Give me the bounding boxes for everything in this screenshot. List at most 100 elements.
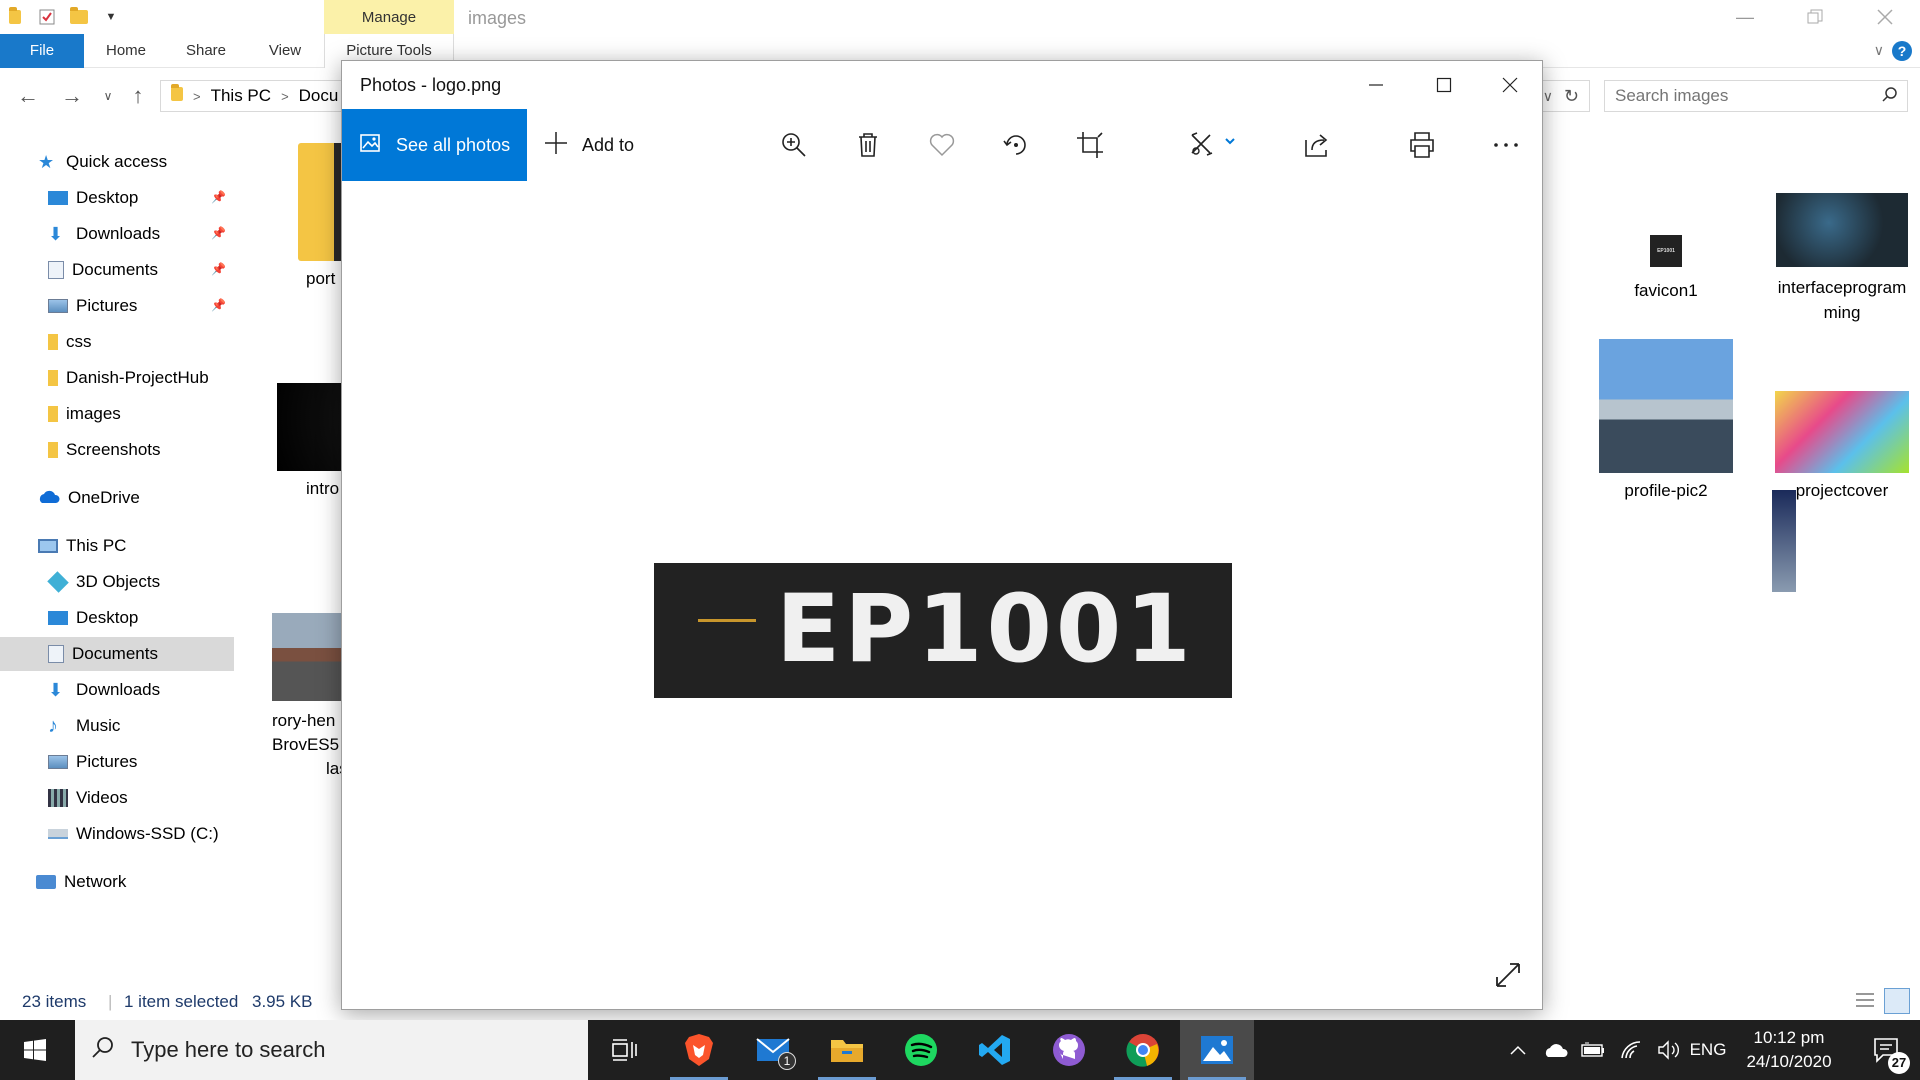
zoom-in-icon[interactable] — [776, 127, 812, 163]
nav-onedrive[interactable]: OneDrive — [0, 481, 234, 515]
pictures-icon — [48, 755, 68, 769]
start-button[interactable] — [0, 1020, 70, 1080]
tab-share[interactable]: Share — [178, 34, 234, 68]
nav-desktop-pinned[interactable]: Desktop 📌 — [0, 181, 234, 215]
nav-danish-projecthub[interactable]: Danish-ProjectHub — [0, 361, 234, 395]
nav-label: OneDrive — [68, 488, 140, 507]
file-item-profile-pic2[interactable]: profile-pic2 — [1588, 339, 1744, 501]
edit-and-create-icon[interactable] — [1186, 127, 1246, 163]
more-options-icon[interactable] — [1488, 127, 1524, 163]
nav-screenshots[interactable]: Screenshots — [0, 433, 234, 467]
battery-icon[interactable] — [1574, 1020, 1612, 1080]
taskbar-vscode[interactable] — [958, 1020, 1032, 1080]
add-to-button[interactable]: Add to — [544, 109, 634, 181]
taskbar-spotify[interactable] — [884, 1020, 958, 1080]
nav-network[interactable]: Network — [0, 865, 234, 899]
nav-pictures[interactable]: Pictures — [0, 745, 234, 779]
nav-label: Screenshots — [66, 440, 161, 459]
heart-icon[interactable] — [924, 127, 960, 163]
nav-label: css — [66, 332, 92, 351]
taskbar-photos[interactable] — [1180, 1020, 1254, 1080]
rotate-icon[interactable] — [998, 127, 1034, 163]
large-icons-view-icon[interactable] — [1884, 988, 1910, 1014]
taskbar-file-explorer[interactable] — [810, 1020, 884, 1080]
tab-view[interactable]: View — [260, 34, 310, 68]
customize-toolbar-icon[interactable]: ▼ — [100, 6, 122, 28]
documents-icon — [48, 261, 64, 279]
nav-pictures-pinned[interactable]: Pictures 📌 — [0, 289, 234, 323]
taskbar-brave[interactable] — [662, 1020, 736, 1080]
input-language[interactable]: ENG — [1688, 1020, 1728, 1080]
search-box[interactable] — [1604, 80, 1908, 112]
up-arrow-icon[interactable]: ↑ — [124, 82, 152, 110]
photos-maximize-button[interactable] — [1410, 61, 1478, 109]
delete-icon[interactable] — [850, 127, 886, 163]
nav-label: images — [66, 404, 121, 423]
navigation-pane: ★ Quick access Desktop 📌 ⬇ Downloads 📌 D… — [0, 145, 236, 975]
action-center-button[interactable]: 27 — [1854, 1020, 1920, 1080]
nav-css[interactable]: css — [0, 325, 234, 359]
recent-locations-icon[interactable]: ∨ — [94, 82, 122, 110]
help-icon[interactable]: ? — [1892, 41, 1912, 61]
see-all-photos-button[interactable]: See all photos — [342, 109, 527, 181]
nav-windows-ssd[interactable]: Windows-SSD (C:) — [0, 817, 234, 851]
crop-icon[interactable] — [1072, 127, 1108, 163]
file-item-projectcover[interactable]: projectcover — [1752, 391, 1920, 501]
nav-label: Documents — [72, 644, 158, 663]
file-item-favicon1[interactable]: EP1001 favicon1 — [1596, 235, 1736, 301]
tab-home[interactable]: Home — [96, 34, 156, 68]
wifi-icon[interactable] — [1612, 1020, 1650, 1080]
nav-documents-pinned[interactable]: Documents 📌 — [0, 253, 234, 287]
photos-title-bar: Photos - logo.png — [342, 61, 1542, 109]
onedrive-cloud-icon[interactable] — [1536, 1020, 1574, 1080]
taskbar-chrome[interactable] — [1106, 1020, 1180, 1080]
address-dropdown-icon[interactable]: ∨ — [1543, 88, 1553, 105]
refresh-icon[interactable]: ↻ — [1564, 86, 1579, 107]
print-icon[interactable] — [1404, 127, 1440, 163]
new-folder-icon[interactable] — [68, 6, 90, 28]
nav-images[interactable]: images — [0, 397, 234, 431]
restore-button[interactable] — [1780, 0, 1850, 34]
nav-this-pc[interactable]: This PC — [0, 529, 234, 563]
image-thumbnail — [1775, 391, 1909, 473]
share-icon[interactable] — [1300, 127, 1336, 163]
photos-close-button[interactable] — [1476, 61, 1544, 109]
nav-downloads-pinned[interactable]: ⬇ Downloads 📌 — [0, 217, 234, 251]
system-clock[interactable]: 10:12 pm 24/10/2020 — [1724, 1026, 1854, 1074]
tab-file[interactable]: File — [0, 34, 84, 68]
nav-downloads[interactable]: ⬇ Downloads — [0, 673, 234, 707]
volume-icon[interactable] — [1650, 1020, 1688, 1080]
search-input[interactable] — [1605, 81, 1855, 111]
breadcrumb-this-pc[interactable]: This PC — [211, 86, 271, 106]
image-thumbnail: EP1001 — [1650, 235, 1682, 267]
file-name: ming — [1823, 303, 1861, 322]
nav-desktop[interactable]: Desktop — [0, 601, 234, 635]
nav-quick-access[interactable]: ★ Quick access — [0, 145, 234, 179]
taskbar-mail[interactable]: 1 — [736, 1020, 810, 1080]
show-hidden-icons-chevron-icon[interactable] — [1500, 1020, 1536, 1080]
expand-ribbon-icon[interactable]: ∨ — [1874, 42, 1884, 59]
image-thumbnail-partial — [1772, 490, 1796, 592]
manage-tab[interactable]: Manage — [324, 0, 454, 34]
task-view-button[interactable] — [588, 1020, 662, 1080]
nav-documents[interactable]: Documents — [0, 637, 234, 671]
close-button[interactable] — [1850, 0, 1920, 34]
taskbar-github-desktop[interactable] — [1032, 1020, 1106, 1080]
minimize-button[interactable]: — — [1710, 0, 1780, 34]
back-arrow-icon[interactable]: ← — [14, 82, 42, 110]
file-item-interfaceprogramming[interactable]: interfaceprogram ming — [1752, 193, 1920, 325]
properties-icon[interactable] — [36, 6, 58, 28]
breadcrumb-documents[interactable]: Docu — [299, 86, 339, 106]
photos-app-icon — [1201, 1036, 1233, 1064]
pin-icon: 📌 — [211, 190, 226, 204]
photos-minimize-button[interactable] — [1342, 61, 1410, 109]
photos-window: Photos - logo.png See all photos Add to — [341, 60, 1543, 1010]
nav-videos[interactable]: Videos — [0, 781, 234, 815]
forward-arrow-icon[interactable]: → — [58, 82, 86, 110]
details-view-icon[interactable] — [1854, 990, 1876, 1015]
computer-icon — [38, 539, 58, 553]
fullscreen-expand-icon[interactable] — [1488, 955, 1528, 995]
nav-music[interactable]: ♪ Music — [0, 709, 234, 743]
nav-3d-objects[interactable]: 3D Objects — [0, 565, 234, 599]
taskbar-search-box[interactable]: Type here to search — [75, 1020, 588, 1080]
